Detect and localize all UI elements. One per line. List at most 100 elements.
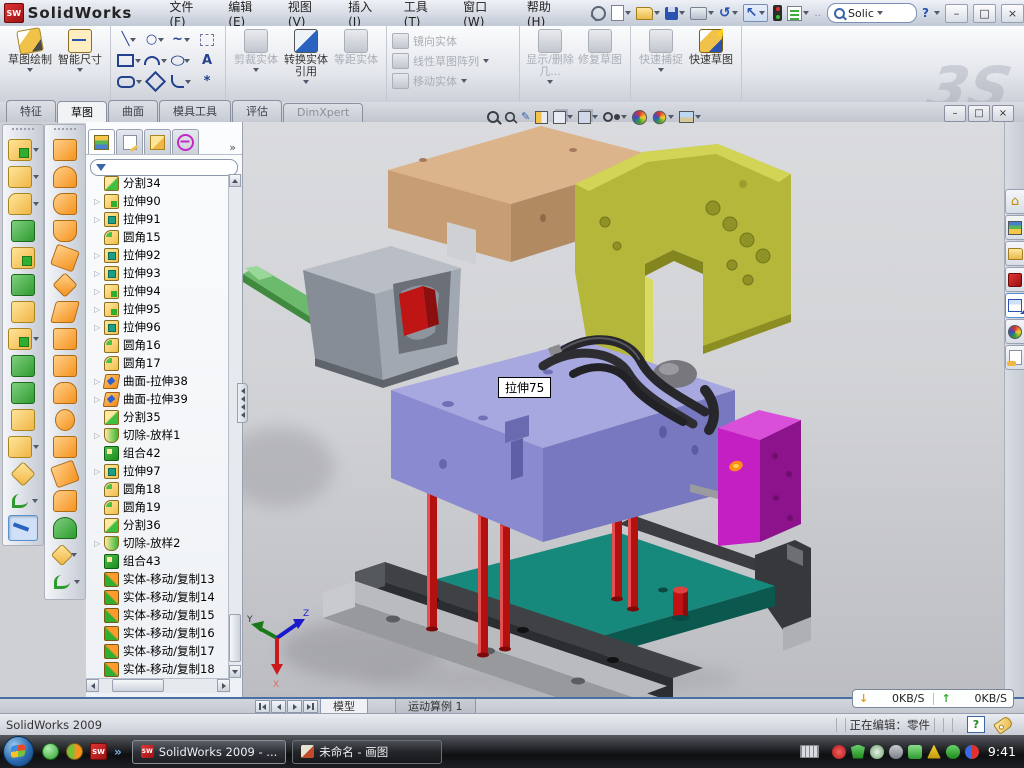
sketch-fillet-button[interactable] <box>168 75 194 88</box>
dropdown-caret-icon[interactable] <box>130 38 136 42</box>
tray-health-icon[interactable] <box>946 745 960 759</box>
doc-minimize-button[interactable]: – <box>944 105 966 122</box>
linear-sketch-pattern-button[interactable]: 线性草图阵列 <box>392 52 489 69</box>
extruded-surface-icon[interactable] <box>53 193 77 215</box>
dropdown-caret-icon[interactable] <box>33 175 39 179</box>
boundary-boss-icon[interactable] <box>11 274 35 296</box>
hide-show-items-button[interactable] <box>603 112 627 122</box>
model-canvas[interactable]: Y Z X <box>243 122 1005 697</box>
panel-overflow-chevron[interactable]: » <box>225 141 240 154</box>
lofted-surface-icon[interactable] <box>53 220 77 242</box>
toolbar-overflow-icon[interactable]: ‥ <box>814 8 822 19</box>
tab-sketch[interactable]: 草图 <box>57 101 107 123</box>
tree-vertical-scrollbar[interactable] <box>228 174 242 678</box>
dropdown-caret-icon[interactable] <box>668 115 674 119</box>
lasso-select-button[interactable] <box>194 34 220 46</box>
repair-sketch-button[interactable]: 修复草图 <box>575 29 625 66</box>
wrap-icon[interactable] <box>11 301 35 323</box>
tree-item[interactable]: 圆角19 <box>86 498 230 516</box>
select-tool-button[interactable]: ↖ <box>743 4 769 22</box>
dropdown-caret-icon[interactable] <box>33 445 39 449</box>
swept-surface-icon[interactable] <box>53 139 77 161</box>
tree-item[interactable]: 圆角16 <box>86 336 230 354</box>
dropdown-caret-icon[interactable] <box>135 59 141 63</box>
tree-item[interactable]: ▷曲面-拉伸39 <box>86 390 230 408</box>
tree-item[interactable]: ▷拉伸94 <box>86 282 230 300</box>
quicklaunch-more-chevron[interactable]: » <box>114 745 122 759</box>
dropdown-caret-icon[interactable] <box>658 68 664 72</box>
dropdown-caret-icon[interactable] <box>483 59 489 63</box>
dropdown-caret-icon[interactable] <box>33 202 39 206</box>
appearances-button[interactable] <box>632 110 647 125</box>
expand-arrow-icon[interactable]: ▷ <box>94 287 104 296</box>
polygon-tool-button[interactable] <box>142 74 168 89</box>
keyboard-layout-icon[interactable] <box>800 745 819 758</box>
move-copy-body-icon[interactable] <box>11 409 35 431</box>
dropdown-caret-icon[interactable] <box>592 115 598 119</box>
display-style-button[interactable] <box>578 111 598 124</box>
instant3d-button[interactable] <box>8 515 38 541</box>
dropdown-caret-icon[interactable] <box>185 80 191 84</box>
trim-entities-button[interactable]: 剪裁实体 <box>231 29 281 72</box>
dropdown-caret-icon[interactable] <box>621 115 627 119</box>
curve-icon[interactable] <box>9 491 31 511</box>
point-tool-button[interactable]: * <box>194 74 220 89</box>
restore-button[interactable]: □ <box>973 4 996 23</box>
quick-snaps-button[interactable]: 快速捕捉 <box>636 29 686 72</box>
tree-item[interactable]: ▷拉伸92 <box>86 246 230 264</box>
dropdown-caret-icon[interactable] <box>77 68 83 72</box>
tree-item[interactable]: 组合42 <box>86 444 230 462</box>
property-manager-tab[interactable] <box>116 129 143 154</box>
tree-item[interactable]: 实体-移动/复制15 <box>86 606 230 624</box>
reference-geometry-icon[interactable] <box>8 436 32 458</box>
tray-network-icon[interactable] <box>908 745 922 759</box>
dropdown-caret-icon[interactable] <box>136 80 142 84</box>
trim-surface-icon[interactable] <box>52 272 77 297</box>
dropdown-caret-icon[interactable] <box>679 11 685 15</box>
scroll-thumb[interactable] <box>229 614 241 662</box>
swept-boss-icon[interactable] <box>11 220 35 242</box>
planar-surface-icon[interactable] <box>50 301 80 323</box>
tree-item[interactable]: 分割36 <box>86 516 230 534</box>
messenger-quicklaunch-icon[interactable] <box>42 743 59 760</box>
dropdown-caret-icon[interactable] <box>74 580 80 584</box>
revolved-surface-icon[interactable] <box>53 166 77 188</box>
tree-item[interactable]: ▷拉伸90 <box>86 192 230 210</box>
dropdown-caret-icon[interactable] <box>33 148 39 152</box>
open-file-button[interactable] <box>636 7 660 20</box>
print-button[interactable] <box>690 7 714 20</box>
feature-manager-tab[interactable] <box>88 129 115 154</box>
expand-arrow-icon[interactable]: ▷ <box>94 467 104 476</box>
tree-item[interactable]: ▷拉伸96 <box>86 318 230 336</box>
taskbar-clock[interactable]: 9:41 <box>988 744 1016 759</box>
scroll-up-button[interactable] <box>229 174 241 187</box>
nav-last-button[interactable] <box>303 700 318 713</box>
tree-item[interactable]: 圆角17 <box>86 354 230 372</box>
panel-splitter-handle[interactable] <box>237 383 248 423</box>
tree-item[interactable]: 组合43 <box>86 552 230 570</box>
dropdown-caret-icon[interactable] <box>184 38 190 42</box>
tray-antivirus-icon[interactable] <box>832 745 846 759</box>
dropdown-caret-icon[interactable] <box>461 79 467 83</box>
dropdown-caret-icon[interactable] <box>732 11 738 15</box>
nav-first-button[interactable] <box>255 700 270 713</box>
thicken-icon[interactable] <box>53 355 77 377</box>
tab-surfaces[interactable]: 曲面 <box>108 100 158 122</box>
solidworks-quicklaunch-icon[interactable]: SW <box>90 743 107 760</box>
rebuild-icon[interactable] <box>773 5 782 21</box>
scroll-left-button[interactable] <box>86 679 99 692</box>
circle-tool-button[interactable]: ○ <box>142 32 168 47</box>
offset-entities-button[interactable]: 等距实体 <box>331 29 381 66</box>
extend-surface-icon[interactable] <box>53 382 77 404</box>
dimxpert-manager-tab[interactable] <box>172 129 199 154</box>
dropdown-caret-icon[interactable] <box>33 337 39 341</box>
search-caret-icon[interactable] <box>877 11 883 15</box>
view-orientation-button[interactable] <box>553 111 573 124</box>
tree-item[interactable]: 实体-移动/复制13 <box>86 570 230 588</box>
tab-dimxpert[interactable]: DimXpert <box>283 103 363 122</box>
expand-arrow-icon[interactable]: ▷ <box>94 323 104 332</box>
expand-arrow-icon[interactable]: ▷ <box>94 431 104 440</box>
linear-pattern-icon[interactable] <box>8 328 32 350</box>
tree-item[interactable]: ▷切除-放样1 <box>86 426 230 444</box>
tree-item[interactable]: ▷拉伸97 <box>86 462 230 480</box>
